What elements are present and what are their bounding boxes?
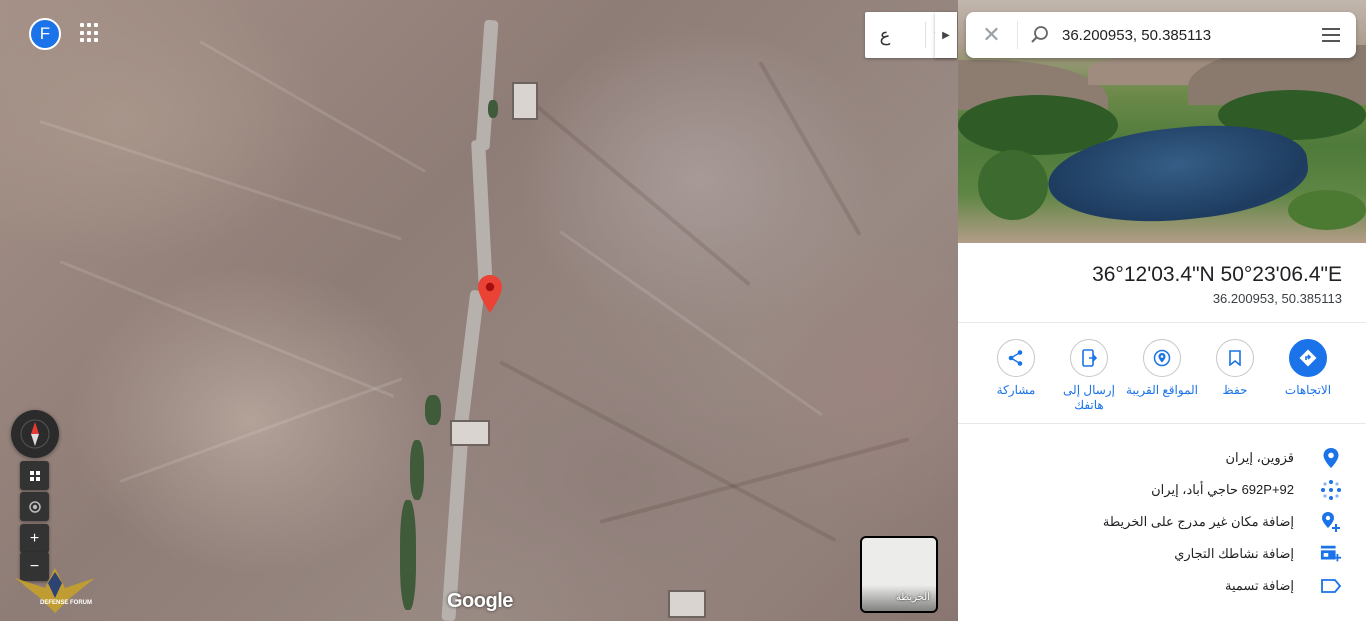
add-missing-place-row[interactable]: إضافة مكان غير مدرج على الخريطة	[958, 505, 1366, 537]
plus-code-row[interactable]: 692P+92 حاجي أباد، إيران	[958, 473, 1366, 505]
address-row[interactable]: قزوين، إيران	[958, 441, 1366, 473]
place-header: 36°12'03.4"N 50°23'06.4"E 36.200953, 50.…	[958, 243, 1366, 323]
send-to-phone-icon	[1070, 339, 1108, 377]
search-input[interactable]: 36.200953, 50.385113	[1062, 27, 1306, 44]
add-business-text: إضافة نشاطك التجاري	[1174, 546, 1294, 561]
forum-watermark-text: DEFENSE FORUM	[40, 600, 93, 606]
tilt-button[interactable]	[20, 461, 49, 490]
satellite-map[interactable]: F ع ▼ ▶	[0, 0, 958, 621]
search-icon[interactable]	[1018, 25, 1062, 45]
label-icon	[1320, 575, 1342, 597]
place-photo[interactable]: ✕ 36.200953, 50.385113	[958, 0, 1366, 243]
add-label-row[interactable]: إضافة تسمية	[958, 569, 1366, 601]
map-layer-label: الخريطة	[895, 592, 930, 603]
add-business-icon	[1320, 543, 1342, 565]
send-to-phone-button[interactable]: إرسال إلى هاتفك	[1052, 339, 1126, 413]
nearby-label: المواقع القريبة	[1126, 383, 1198, 397]
add-missing-place-text: إضافة مكان غير مدرج على الخريطة	[1102, 514, 1294, 529]
my-location-button[interactable]	[20, 492, 49, 521]
compass-needle-icon	[20, 419, 50, 449]
clear-search-button[interactable]: ✕	[966, 21, 1018, 49]
place-decimal-coords: 36.200953, 50.385113	[1212, 291, 1342, 306]
share-icon	[997, 339, 1035, 377]
location-pin-icon	[1320, 447, 1342, 469]
bookmark-icon	[1216, 339, 1254, 377]
nearby-icon	[1143, 339, 1181, 377]
save-button[interactable]: حفظ	[1198, 339, 1272, 398]
app-root: F ع ▼ ▶	[0, 0, 1366, 621]
add-business-row[interactable]: إضافة نشاطك التجاري	[958, 537, 1366, 569]
input-tool-label[interactable]: ع	[865, 25, 905, 46]
place-title: 36°12'03.4"N 50°23'06.4"E	[1092, 263, 1342, 286]
share-label: مشاركة	[996, 383, 1036, 397]
forum-watermark-logo	[15, 568, 95, 613]
share-button[interactable]: مشاركة	[979, 339, 1053, 398]
menu-icon[interactable]	[1306, 28, 1356, 42]
location-marker-icon[interactable]	[478, 275, 502, 313]
action-row: الاتجاهات حفظ المواقع القريبة إرسال إلى …	[958, 323, 1366, 424]
apps-grid-icon[interactable]	[80, 23, 100, 43]
caret-right-icon: ▶	[942, 29, 950, 41]
compass-button[interactable]	[11, 410, 59, 458]
directions-label: الاتجاهات	[1284, 383, 1332, 397]
map-layer-toggle[interactable]: الخريطة	[860, 536, 938, 613]
directions-icon	[1289, 339, 1327, 377]
my-location-icon	[28, 500, 41, 513]
directions-button[interactable]: الاتجاهات	[1271, 339, 1345, 398]
add-place-icon	[1320, 511, 1342, 533]
place-info-list: قزوين، إيران 692P+92 حاجي أباد، إيران إض…	[958, 425, 1366, 601]
collapse-panel-button[interactable]: ▶	[935, 12, 957, 58]
save-label: حفظ	[1222, 383, 1248, 397]
place-panel: ✕ 36.200953, 50.385113 36°12'03.4"N 50°2…	[958, 0, 1366, 621]
plus-code-icon	[1320, 479, 1342, 501]
search-bar[interactable]: ✕ 36.200953, 50.385113	[966, 12, 1356, 58]
send-to-phone-label: إرسال إلى هاتفك	[1063, 383, 1115, 412]
add-label-text: إضافة تسمية	[1224, 578, 1294, 593]
zoom-in-button[interactable]: +	[20, 524, 49, 553]
account-avatar[interactable]: F	[29, 18, 61, 50]
google-logo: Google	[447, 590, 513, 612]
grid-view-icon	[29, 470, 40, 481]
address-text: قزوين، إيران	[1225, 450, 1294, 465]
plus-code-text: 692P+92 حاجي أباد، إيران	[1151, 482, 1294, 497]
nearby-button[interactable]: المواقع القريبة	[1125, 339, 1199, 398]
